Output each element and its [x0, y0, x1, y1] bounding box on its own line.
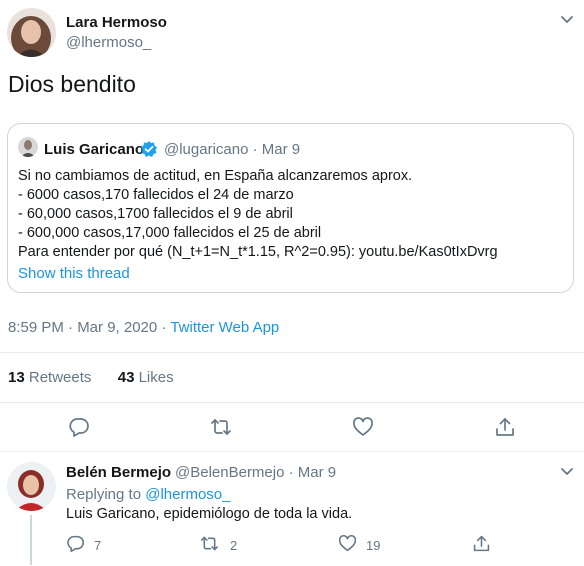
author-avatar[interactable]: [7, 8, 56, 57]
quoted-author-name: Luis Garicano: [44, 141, 145, 158]
author-handle[interactable]: @lhermoso_: [66, 34, 151, 51]
likes-stat[interactable]: 43 Likes: [118, 369, 174, 386]
reply-like-count: 19: [366, 538, 381, 553]
quoted-line: Para entender por qué (N_t+1=N_t*1.15, R…: [18, 244, 498, 260]
verified-badge-icon: [140, 140, 158, 158]
source-app-link[interactable]: Twitter Web App: [170, 319, 279, 336]
tweet-timestamp: 8:59 PM · Mar 9, 2020 · Twitter Web App: [8, 319, 279, 336]
reply-text: Luis Garicano, epidemiólogo de toda la v…: [66, 506, 353, 522]
reply-author-avatar[interactable]: [7, 462, 56, 511]
quoted-tweet-text: Si no cambiamos de actitud, en España al…: [18, 167, 558, 262]
reply-author-name[interactable]: Belén Bermejo: [66, 464, 171, 481]
share-icon[interactable]: [472, 534, 491, 553]
quoted-line: - 60,000 casos,1700 fallecidos el 9 de a…: [18, 206, 293, 222]
reply-count: 7: [94, 538, 102, 553]
reply-retweet-count: 2: [230, 538, 238, 553]
replying-prefix: Replying to: [66, 486, 146, 503]
retweet-icon[interactable]: [200, 534, 219, 553]
retweet-count: 13: [8, 369, 25, 386]
divider: [0, 451, 584, 452]
tweet-stats: 13 Retweets 43 Likes: [8, 369, 174, 386]
replying-to-handle-link[interactable]: @lhermoso_: [145, 486, 230, 503]
like-heart-icon[interactable]: [352, 416, 374, 438]
quoted-tweet-card[interactable]: Luis Garicano @lugaricano · Mar 9 Si no …: [7, 123, 574, 293]
more-options-chevron-down-icon[interactable]: [558, 10, 576, 28]
quoted-author-avatar: [18, 137, 38, 157]
reply-author-handle[interactable]: @BelenBermejo · Mar 9: [175, 464, 336, 481]
thread-connector-line: [30, 515, 32, 565]
quoted-line: - 600,000 casos,17,000 fallecidos el 25 …: [18, 225, 322, 241]
author-display-name[interactable]: Lara Hermoso: [66, 14, 167, 31]
quoted-author-handle: @lugaricano · Mar 9: [164, 141, 301, 158]
like-count: 43: [117, 369, 135, 386]
reply-icon[interactable]: [66, 534, 85, 553]
retweet-label: Retweets: [24, 369, 92, 386]
quoted-line: - 6000 casos,170 fallecidos el 24 de mar…: [18, 187, 294, 203]
quoted-line: Si no cambiamos de actitud, en España al…: [18, 168, 413, 184]
retweet-icon[interactable]: [210, 416, 232, 438]
share-icon[interactable]: [494, 416, 516, 438]
retweets-stat[interactable]: 13 Retweets: [8, 369, 91, 386]
divider: [0, 352, 584, 353]
reply-icon[interactable]: [68, 416, 90, 438]
show-thread-link[interactable]: Show this thread: [18, 265, 130, 282]
replying-to: Replying to @lhermoso_: [66, 486, 230, 503]
timestamp-text[interactable]: 8:59 PM · Mar 9, 2020 ·: [8, 319, 170, 336]
like-label: Likes: [134, 369, 174, 386]
tweet-text: Dios bendito: [8, 71, 136, 97]
divider: [0, 402, 584, 403]
like-heart-icon[interactable]: [338, 534, 357, 553]
reply-more-options-chevron-down-icon[interactable]: [558, 462, 576, 480]
